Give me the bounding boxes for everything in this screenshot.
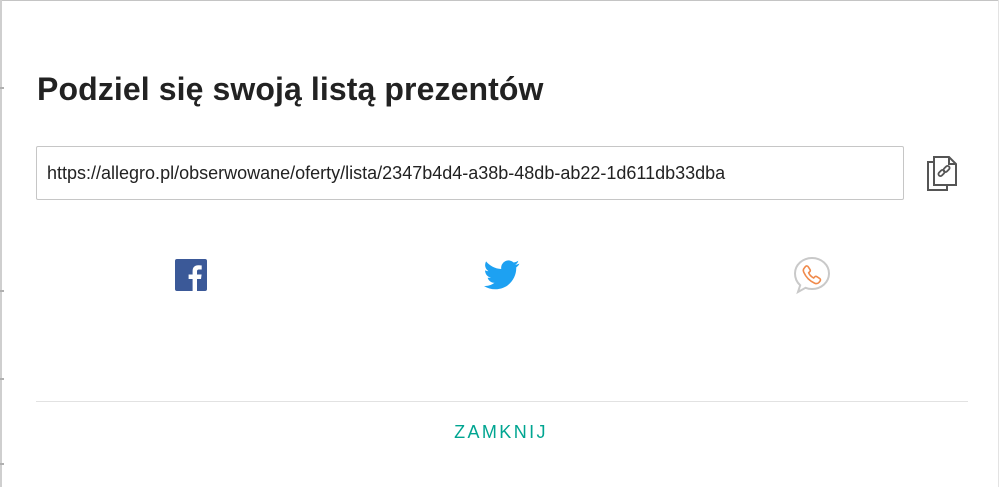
share-url-input[interactable] [36,146,904,200]
facebook-icon [175,259,207,291]
close-button[interactable]: ZAMKNIJ [442,417,560,447]
twitter-icon [484,260,520,290]
copy-link-button[interactable] [922,151,962,195]
footer-divider [36,401,968,402]
copy-link-icon [927,156,957,191]
share-twitter-button[interactable] [480,253,524,297]
share-dialog: Podziel się swoją listą prezentów ZAMKNI… [2,1,998,487]
share-facebook-button[interactable] [169,253,213,297]
share-phone-button[interactable] [790,253,834,297]
phone-chat-icon [793,256,831,295]
dialog-title: Podziel się swoją listą prezentów [37,71,544,107]
